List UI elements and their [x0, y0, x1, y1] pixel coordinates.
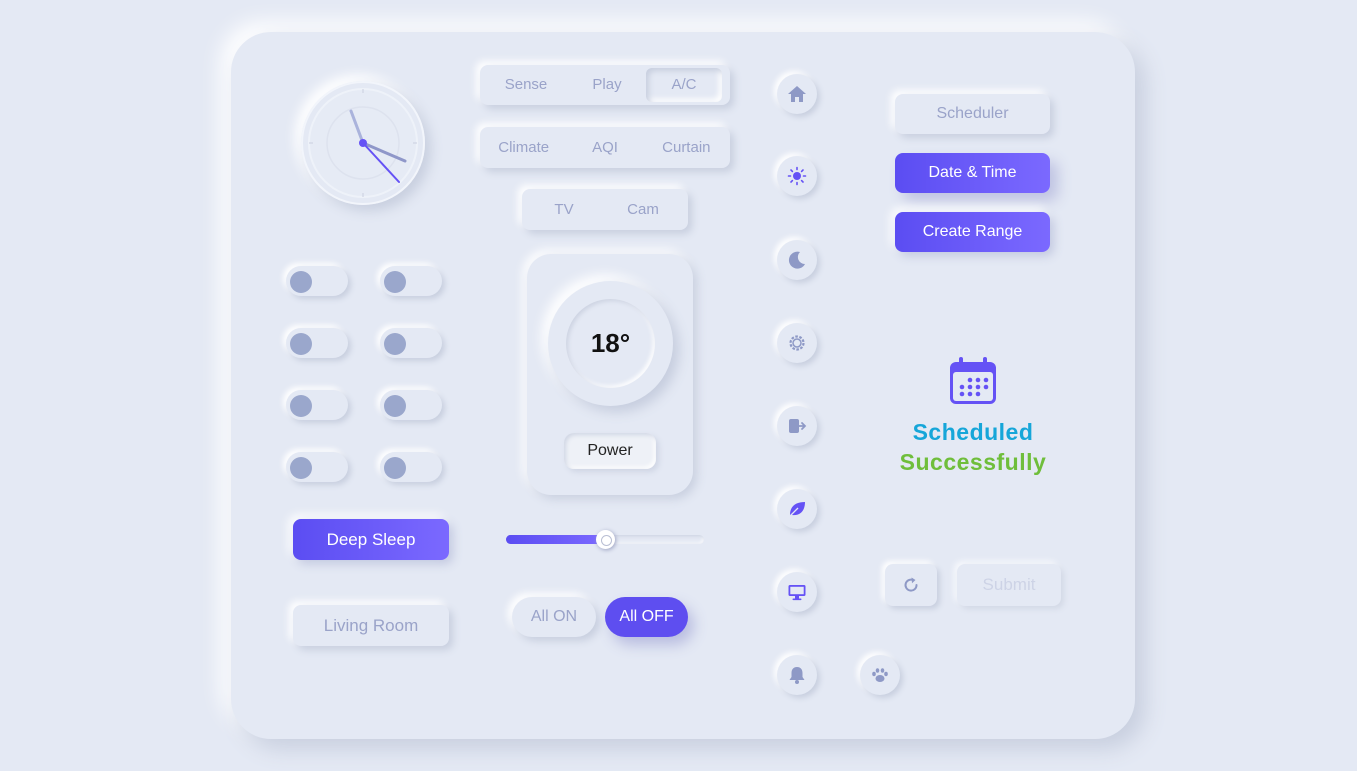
toggle-switch[interactable]: [380, 328, 442, 358]
temperature-value: 18°: [566, 299, 655, 388]
brightness-button[interactable]: [777, 156, 817, 196]
tab-curtain[interactable]: Curtain: [647, 131, 726, 165]
tabs-mode: Sense Play A/C: [480, 65, 730, 105]
toggle-knob: [384, 395, 406, 417]
night-mode-button[interactable]: [777, 240, 817, 280]
toggle-knob: [290, 271, 312, 293]
notifications-button[interactable]: [777, 655, 817, 695]
leaf-icon: [789, 502, 805, 517]
tab-sense[interactable]: Sense: [484, 68, 568, 102]
create-range-button[interactable]: Create Range: [895, 212, 1050, 252]
pet-mode-button[interactable]: [860, 655, 900, 695]
tab-climate[interactable]: Climate: [484, 131, 563, 165]
calendar-icon: [948, 356, 998, 406]
toggle-switch[interactable]: [286, 266, 348, 296]
all-on-button[interactable]: All ON: [512, 597, 596, 637]
analog-clock: [301, 81, 425, 205]
display-button[interactable]: [777, 572, 817, 612]
toggle-knob: [290, 395, 312, 417]
toggle-switch[interactable]: [286, 452, 348, 482]
all-off-button[interactable]: All OFF: [605, 597, 688, 637]
toggle-knob: [384, 457, 406, 479]
date-time-button[interactable]: Date & Time: [895, 153, 1050, 193]
monitor-icon: [788, 585, 806, 601]
clock-face-icon: [308, 88, 418, 198]
bell-icon: [789, 667, 805, 684]
toggle-switch[interactable]: [286, 390, 348, 420]
slider-fill: [506, 535, 605, 544]
status-successfully: Successfully: [899, 449, 1047, 475]
power-button[interactable]: Power: [564, 433, 656, 469]
tab-cam[interactable]: Cam: [602, 193, 684, 227]
deep-sleep-button[interactable]: Deep Sleep: [293, 519, 449, 560]
tab-aqi[interactable]: AQI: [563, 131, 646, 165]
moon-icon: [788, 251, 805, 269]
scheduler-button[interactable]: Scheduler: [895, 94, 1050, 134]
status-scheduled: Scheduled: [912, 419, 1034, 445]
sun-icon: [787, 166, 807, 186]
tab-tv[interactable]: TV: [526, 193, 602, 227]
submit-button[interactable]: Submit: [957, 564, 1061, 606]
tabs-media: TV Cam: [522, 189, 688, 230]
refresh-button[interactable]: [885, 564, 937, 606]
paw-icon: [872, 668, 888, 682]
tabs-environment: Climate AQI Curtain: [480, 127, 730, 168]
refresh-icon: [904, 577, 918, 592]
toggle-switch[interactable]: [380, 390, 442, 420]
toggle-knob: [384, 271, 406, 293]
gear-icon: [789, 335, 805, 351]
settings-button[interactable]: [777, 323, 817, 363]
toggle-knob: [290, 457, 312, 479]
toggle-switch[interactable]: [286, 328, 348, 358]
tab-play[interactable]: Play: [568, 68, 646, 102]
slider-thumb[interactable]: [595, 530, 615, 549]
toggle-knob: [384, 333, 406, 355]
eco-button[interactable]: [777, 489, 817, 529]
tab-ac[interactable]: A/C: [646, 68, 722, 102]
home-button[interactable]: [777, 74, 817, 114]
toggle-knob: [290, 333, 312, 355]
toggle-switch[interactable]: [380, 266, 442, 296]
home-icon: [788, 86, 806, 102]
toggle-switch[interactable]: [380, 452, 442, 482]
logout-icon: [789, 419, 807, 433]
logout-button[interactable]: [777, 406, 817, 446]
living-room-button[interactable]: Living Room: [293, 605, 449, 646]
